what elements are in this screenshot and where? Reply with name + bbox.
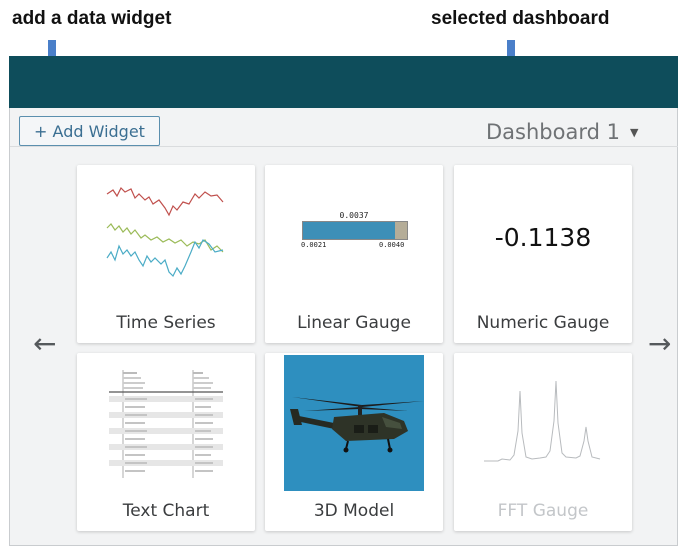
helicopter-model-icon <box>284 355 424 491</box>
linear-gauge-bar <box>302 221 408 240</box>
numeric-gauge-value: -0.1138 <box>494 223 592 252</box>
widget-card-numeric-gauge[interactable]: -0.1138 Numeric Gauge <box>454 165 632 343</box>
widget-label: FFT Gauge <box>497 501 589 521</box>
add-widget-button[interactable]: + Add Widget <box>19 116 160 146</box>
widget-card-text-chart[interactable]: Text Chart <box>77 353 255 531</box>
app-header-bar <box>9 56 678 108</box>
chevron-down-icon: ▼ <box>629 125 639 139</box>
widget-card-fft-gauge[interactable]: FFT Gauge <box>454 353 632 531</box>
annotation-add-widget: add a data widget <box>12 8 172 29</box>
gauge-max-label: 0.0040 <box>379 241 405 249</box>
time-series-chart-icon <box>106 186 224 278</box>
widget-label: Linear Gauge <box>297 313 411 333</box>
dashboard-select[interactable]: Dashboard 1 ▼ <box>486 116 638 148</box>
widget-card-3d-model[interactable]: 3D Model <box>265 353 443 531</box>
fft-spectrum-icon <box>484 380 601 462</box>
dashboard-select-value: Dashboard 1 <box>486 120 620 144</box>
widget-card-linear-gauge[interactable]: 0.0037 0.0021 0.0040 Linear Gauge <box>265 165 443 343</box>
gauge-value: 0.0037 <box>339 211 369 220</box>
next-page-arrow-icon[interactable]: → <box>648 330 671 358</box>
widget-label: Numeric Gauge <box>476 313 610 333</box>
prev-page-arrow-icon[interactable]: ← <box>33 330 56 358</box>
linear-gauge-fill <box>303 222 395 239</box>
text-table-icon <box>109 370 223 478</box>
widget-label: Time Series <box>116 313 216 333</box>
widget-label: Text Chart <box>122 501 210 521</box>
gauge-min-label: 0.0021 <box>301 241 327 249</box>
widget-label: 3D Model <box>313 501 395 521</box>
widget-card-time-series[interactable]: Time Series <box>77 165 255 343</box>
annotation-selected-dashboard: selected dashboard <box>431 8 610 29</box>
